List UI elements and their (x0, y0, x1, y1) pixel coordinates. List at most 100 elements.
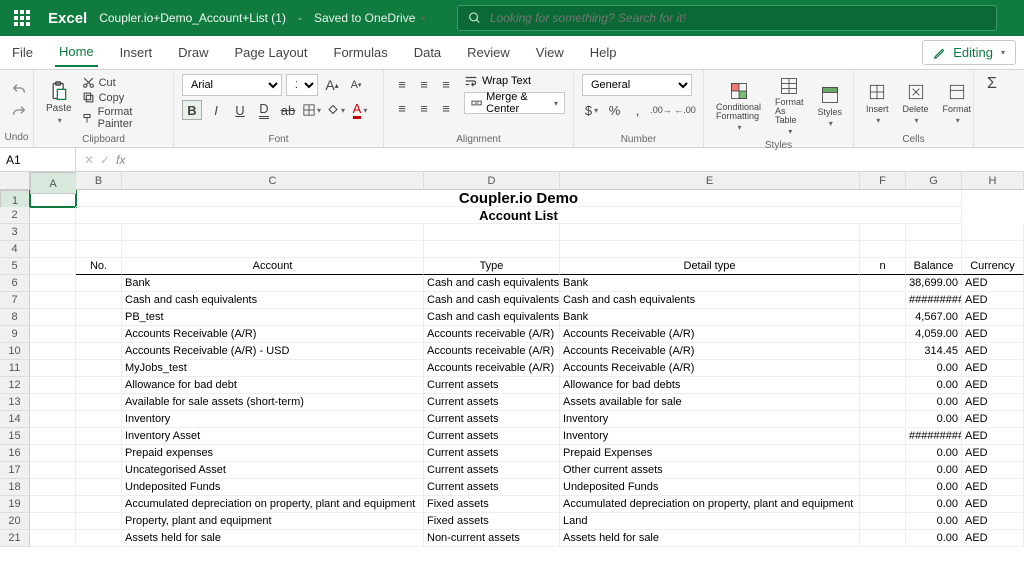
editing-mode-button[interactable]: Editing▾ (922, 40, 1016, 65)
cell[interactable] (76, 241, 122, 258)
cell[interactable]: Prepaid Expenses (560, 445, 860, 462)
cell[interactable]: Accumulated depreciation on property, pl… (560, 496, 860, 513)
cell[interactable]: AED (962, 309, 1024, 326)
cell[interactable] (76, 445, 122, 462)
cell[interactable] (860, 530, 906, 547)
cell[interactable]: Current assets (424, 411, 560, 428)
cell[interactable]: 38,699.00 (906, 275, 962, 292)
cell[interactable] (860, 224, 906, 241)
cell[interactable]: Accounts receivable (A/R) (424, 360, 560, 377)
cell[interactable]: Inventory (560, 428, 860, 445)
cell[interactable] (76, 394, 122, 411)
cell[interactable]: Accounts Receivable (A/R) (560, 343, 860, 360)
cell[interactable]: Assets available for sale (560, 394, 860, 411)
cell[interactable]: Current assets (424, 428, 560, 445)
cell[interactable]: Current assets (424, 377, 560, 394)
cell[interactable]: AED (962, 496, 1024, 513)
cell[interactable] (424, 241, 560, 258)
row-header[interactable]: 9 (0, 326, 30, 343)
tab-page-layout[interactable]: Page Layout (231, 39, 312, 66)
cell[interactable]: 0.00 (906, 394, 962, 411)
cell[interactable] (30, 326, 76, 343)
cell[interactable] (76, 479, 122, 496)
cell-styles-button[interactable]: Styles▾ (814, 83, 847, 130)
shrink-font-button[interactable]: A▾ (346, 75, 366, 95)
cell[interactable] (30, 445, 76, 462)
autosum-button[interactable]: Σ (982, 74, 1002, 94)
cell[interactable] (860, 360, 906, 377)
cell[interactable]: n (860, 258, 906, 275)
cell[interactable] (30, 224, 76, 241)
cell[interactable]: Fixed assets (424, 496, 560, 513)
percent-button[interactable]: % (605, 100, 624, 120)
strikethrough-button[interactable]: ab (278, 100, 298, 120)
double-underline-button[interactable]: D (254, 100, 274, 120)
cell[interactable] (860, 513, 906, 530)
cell[interactable]: Non-current assets (424, 530, 560, 547)
cell[interactable]: Type (424, 258, 560, 275)
cell[interactable] (30, 343, 76, 360)
cell[interactable]: Allowance for bad debt (122, 377, 424, 394)
delete-cells-button[interactable]: Delete▾ (899, 80, 933, 127)
cell[interactable] (860, 309, 906, 326)
cell[interactable]: MyJobs_test (122, 360, 424, 377)
cell[interactable]: Currency (962, 258, 1024, 275)
align-top-button[interactable]: ≡ (392, 74, 412, 94)
tab-formulas[interactable]: Formulas (330, 39, 392, 66)
row-header[interactable]: 6 (0, 275, 30, 292)
cell[interactable] (860, 241, 906, 258)
cell[interactable]: Allowance for bad debts (560, 377, 860, 394)
cell[interactable] (30, 428, 76, 445)
cell[interactable]: Accounts Receivable (A/R) (122, 326, 424, 343)
cell[interactable]: Cash and cash equivalents (424, 309, 560, 326)
cell[interactable] (76, 411, 122, 428)
cell[interactable] (860, 377, 906, 394)
cell[interactable] (76, 275, 122, 292)
cell[interactable]: AED (962, 275, 1024, 292)
col-header[interactable]: G (906, 172, 962, 189)
select-all-corner[interactable] (0, 172, 30, 189)
search-input[interactable] (490, 11, 987, 25)
tab-draw[interactable]: Draw (174, 39, 212, 66)
col-header[interactable]: F (860, 172, 906, 189)
cell[interactable]: Cash and cash equivalents (560, 292, 860, 309)
save-status[interactable]: Saved to OneDrive▾ (314, 11, 425, 25)
cell[interactable]: Property, plant and equipment (122, 513, 424, 530)
cell[interactable]: Inventory (560, 411, 860, 428)
cell[interactable]: 0.00 (906, 513, 962, 530)
cell[interactable]: Accounts receivable (A/R) (424, 326, 560, 343)
cell[interactable]: AED (962, 326, 1024, 343)
row-header[interactable]: 2 (0, 207, 30, 224)
cell[interactable]: 0.00 (906, 462, 962, 479)
cell[interactable] (962, 241, 1024, 258)
row-header[interactable]: 10 (0, 343, 30, 360)
cell[interactable]: Fixed assets (424, 513, 560, 530)
cell[interactable]: Balance (906, 258, 962, 275)
cell[interactable] (76, 513, 122, 530)
increase-decimal-button[interactable]: .00→ (651, 100, 671, 120)
cell[interactable] (906, 241, 962, 258)
cell[interactable] (30, 377, 76, 394)
cell[interactable] (424, 224, 560, 241)
cell[interactable]: AED (962, 479, 1024, 496)
cell[interactable] (30, 394, 76, 411)
cell[interactable]: AED (962, 530, 1024, 547)
number-format-select[interactable]: General (582, 74, 692, 96)
align-right-button[interactable]: ≡ (436, 98, 456, 118)
tab-view[interactable]: View (532, 39, 568, 66)
cut-button[interactable]: Cut (82, 76, 165, 89)
cell[interactable] (30, 411, 76, 428)
document-name[interactable]: Coupler.io+Demo_Account+List (1) (99, 11, 286, 25)
cell[interactable]: Cash and cash equivalents (424, 292, 560, 309)
cell[interactable]: Bank (560, 275, 860, 292)
row-header[interactable]: 11 (0, 360, 30, 377)
font-size-select[interactable]: 14 (286, 74, 318, 96)
cell[interactable]: Undeposited Funds (122, 479, 424, 496)
cell[interactable]: Assets held for sale (122, 530, 424, 547)
row-header[interactable]: 5 (0, 258, 30, 275)
align-bottom-button[interactable]: ≡ (436, 74, 456, 94)
tab-help[interactable]: Help (586, 39, 621, 66)
tab-insert[interactable]: Insert (116, 39, 157, 66)
cell[interactable]: Account (122, 258, 424, 275)
cell[interactable]: Available for sale assets (short-term) (122, 394, 424, 411)
